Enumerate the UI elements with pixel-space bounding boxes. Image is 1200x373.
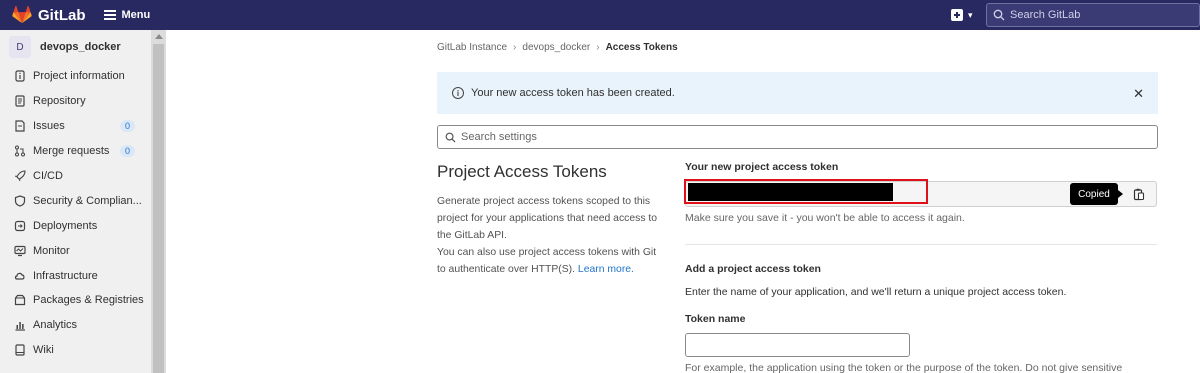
global-search[interactable]: [986, 3, 1200, 27]
info-circle-icon: i: [452, 87, 464, 99]
breadcrumb-separator: ›: [513, 42, 517, 53]
sidebar-item-packages-registries[interactable]: Packages & Registries: [0, 288, 165, 313]
breadcrumb-project[interactable]: devops_docker: [522, 42, 590, 53]
sidebar-item-analytics[interactable]: Analytics: [0, 313, 165, 338]
breadcrumb-current[interactable]: Access Tokens: [606, 42, 678, 53]
sidebar-nav: Project information Repository Issues 0 …: [0, 64, 165, 363]
sidebar: D devops_docker Project information Repo…: [0, 30, 166, 373]
add-token-heading: Add a project access token: [685, 263, 821, 275]
copy-token-button[interactable]: [1122, 182, 1156, 206]
sidebar-scrollbar[interactable]: [151, 30, 166, 373]
alert-message: Your new access token has been created.: [471, 87, 675, 99]
sidebar-item-label: Security & Complian...: [33, 194, 142, 207]
project-avatar: D: [9, 36, 31, 58]
sidebar-item-deployments[interactable]: Deployments: [0, 213, 165, 238]
sidebar-item-repository[interactable]: Repository: [0, 89, 165, 114]
top-navbar: GitLab Menu ▾: [0, 0, 1200, 30]
token-name-input[interactable]: [685, 333, 910, 357]
brand-name: GitLab: [38, 6, 86, 24]
sidebar-item-label: Wiki: [33, 344, 54, 357]
sidebar-item-label: Project information: [33, 70, 125, 83]
package-icon: [13, 293, 27, 307]
description-text-1: Generate project access tokens scoped to…: [437, 196, 658, 241]
token-created-alert: i Your new access token has been created…: [437, 72, 1158, 114]
sidebar-item-wiki[interactable]: Wiki: [0, 338, 165, 363]
deployments-icon: [13, 219, 27, 233]
sidebar-item-security-compliance[interactable]: Security & Complian...: [0, 188, 165, 213]
project-name: devops_docker: [40, 41, 121, 53]
sidebar-item-label: Infrastructure: [33, 269, 98, 282]
sidebar-item-ci-cd[interactable]: CI/CD: [0, 164, 165, 189]
book-icon: [13, 343, 27, 357]
rocket-icon: [13, 169, 27, 183]
sidebar-item-label: Deployments: [33, 219, 98, 232]
shield-icon: [13, 194, 27, 208]
new-item-plus-icon[interactable]: [951, 9, 963, 21]
copied-tooltip: Copied: [1070, 183, 1123, 205]
add-token-description: Enter the name of your application, and …: [685, 286, 1067, 298]
sidebar-item-label: Packages & Registries: [33, 294, 144, 307]
doc-icon: [13, 94, 27, 108]
sidebar-item-project-information[interactable]: Project information: [0, 64, 165, 89]
search-icon: [993, 9, 1005, 21]
global-search-input[interactable]: [1010, 9, 1190, 21]
hamburger-icon: [103, 10, 116, 20]
menu-label: Menu: [121, 9, 151, 21]
info-icon: [13, 69, 27, 83]
search-icon: [445, 132, 456, 143]
settings-search[interactable]: [437, 125, 1158, 149]
sidebar-item-issues[interactable]: Issues 0: [0, 114, 165, 139]
page-title: Project Access Tokens: [437, 162, 607, 181]
issues-icon: [13, 119, 27, 133]
token-name-label: Token name: [685, 313, 746, 325]
merge-requests-count-badge: 0: [120, 145, 136, 158]
monitor-icon: [13, 244, 27, 258]
annotation-highlight-box: [684, 179, 928, 204]
clipboard-icon: [1133, 188, 1145, 200]
token-save-warning: Make sure you save it - you won't be abl…: [685, 212, 965, 224]
project-header[interactable]: D devops_docker: [0, 30, 165, 64]
tanuki-icon: [12, 6, 32, 24]
sidebar-item-merge-requests[interactable]: Merge requests 0: [0, 139, 165, 164]
section-description: Generate project access tokens scoped to…: [437, 193, 667, 278]
merge-request-icon: [13, 144, 27, 158]
breadcrumb: GitLab Instance › devops_docker › Access…: [437, 42, 678, 53]
sidebar-item-label: Monitor: [33, 244, 70, 257]
chart-icon: [13, 318, 27, 332]
menu-button[interactable]: Menu: [103, 9, 151, 21]
breadcrumb-separator: ›: [596, 42, 600, 53]
breadcrumb-gitlab-instance[interactable]: GitLab Instance: [437, 42, 507, 53]
settings-search-input[interactable]: [461, 131, 1141, 143]
section-divider: [685, 244, 1157, 245]
issues-count-badge: 0: [120, 120, 136, 133]
token-name-help: For example, the application using the t…: [685, 362, 1123, 373]
sidebar-item-label: Repository: [33, 95, 86, 108]
sidebar-item-label: Merge requests: [33, 145, 110, 158]
sidebar-item-monitor[interactable]: Monitor: [0, 238, 165, 263]
close-icon[interactable]: ✕: [1133, 86, 1144, 102]
new-token-label: Your new project access token: [685, 161, 839, 173]
sidebar-item-label: CI/CD: [33, 170, 63, 182]
gitlab-logo[interactable]: GitLab: [12, 6, 86, 24]
sidebar-item-label: Issues: [33, 120, 65, 133]
learn-more-link[interactable]: Learn more.: [578, 264, 634, 275]
scrollbar-thumb[interactable]: [153, 44, 164, 373]
sidebar-item-label: Analytics: [33, 319, 78, 332]
sidebar-item-infrastructure[interactable]: Infrastructure: [0, 263, 165, 288]
cloud-icon: [13, 269, 27, 283]
scroll-up-arrow-icon[interactable]: [155, 34, 163, 39]
chevron-down-icon[interactable]: ▾: [968, 10, 973, 21]
